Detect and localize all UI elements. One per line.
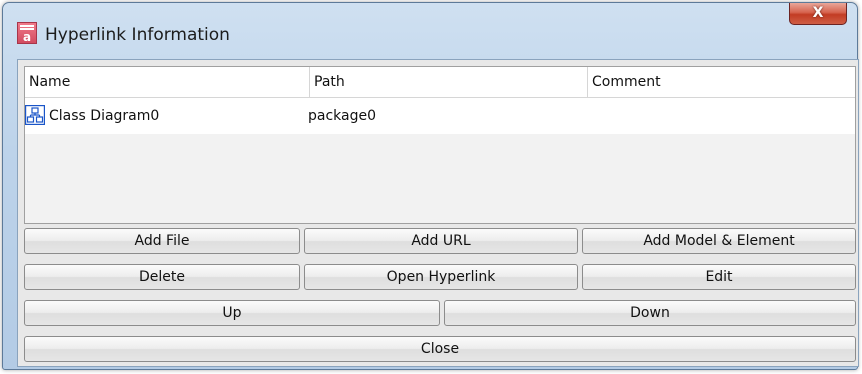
add-url-button[interactable]: Add URL bbox=[304, 228, 578, 254]
title-bar[interactable]: a Hyperlink Information X bbox=[3, 3, 857, 57]
dialog-body: Name Path Comment Class Diagram0 package… bbox=[17, 59, 859, 367]
open-hyperlink-button[interactable]: Open Hyperlink bbox=[304, 264, 578, 290]
close-window-button[interactable]: X bbox=[789, 3, 847, 25]
hyperlink-information-dialog: a Hyperlink Information X Name Path Comm… bbox=[2, 2, 859, 370]
add-file-button[interactable]: Add File bbox=[24, 228, 300, 254]
app-icon-letter: a bbox=[22, 30, 32, 44]
add-model-element-button[interactable]: Add Model & Element bbox=[582, 228, 856, 254]
column-header-comment[interactable]: Comment bbox=[587, 67, 855, 97]
class-diagram-icon bbox=[25, 105, 45, 125]
app-icon: a bbox=[17, 22, 37, 44]
close-button[interactable]: Close bbox=[24, 336, 856, 362]
cell-path: package0 bbox=[308, 108, 377, 124]
column-header-path[interactable]: Path bbox=[309, 67, 587, 97]
table-row[interactable]: Class Diagram0 package0 bbox=[25, 98, 855, 134]
up-button[interactable]: Up bbox=[24, 300, 440, 326]
window-title: Hyperlink Information bbox=[45, 25, 230, 45]
table-header: Name Path Comment bbox=[25, 67, 855, 98]
delete-button[interactable]: Delete bbox=[24, 264, 300, 290]
edit-button[interactable]: Edit bbox=[582, 264, 856, 290]
down-button[interactable]: Down bbox=[444, 300, 856, 326]
column-header-name[interactable]: Name bbox=[25, 67, 309, 97]
hyperlink-table: Name Path Comment Class Diagram0 package… bbox=[24, 66, 856, 224]
cell-name: Class Diagram0 bbox=[49, 108, 160, 124]
